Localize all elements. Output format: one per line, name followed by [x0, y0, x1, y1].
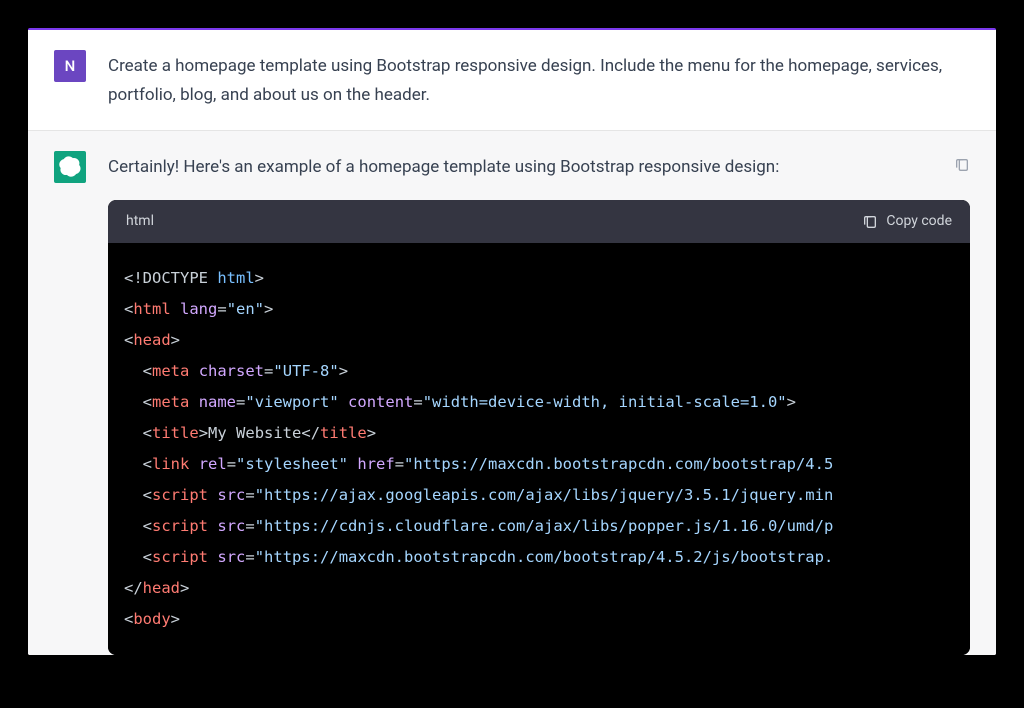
chat-window: N Create a homepage template using Boots… — [28, 28, 996, 655]
assistant-content: Certainly! Here's an example of a homepa… — [108, 151, 970, 656]
code-language-label: html — [126, 210, 154, 234]
code-line: <script src="https://ajax.googleapis.com… — [124, 480, 954, 511]
code-line: <script src="https://cdnjs.cloudflare.co… — [124, 511, 954, 542]
code-header: html Copy code — [108, 200, 970, 244]
assistant-avatar — [54, 151, 86, 183]
code-block: html Copy code <!DOCTYPE html><html lang… — [108, 200, 970, 656]
code-line: <html lang="en"> — [124, 294, 954, 325]
code-content[interactable]: <!DOCTYPE html><html lang="en"><head> <m… — [108, 243, 970, 655]
code-line: <script src="https://maxcdn.bootstrapcdn… — [124, 542, 954, 573]
assistant-message-text: Certainly! Here's an example of a homepa… — [108, 153, 942, 182]
copy-code-button[interactable]: Copy code — [862, 210, 952, 234]
code-line: </head> — [124, 573, 954, 604]
code-line: <!DOCTYPE html> — [124, 263, 954, 294]
user-avatar: N — [54, 50, 86, 82]
copy-icon — [862, 214, 878, 230]
copy-code-label: Copy code — [886, 210, 952, 234]
code-line: <meta charset="UTF-8"> — [124, 356, 954, 387]
user-message-text: Create a homepage template using Bootstr… — [108, 50, 970, 110]
code-line: <link rel="stylesheet" href="https://max… — [124, 449, 954, 480]
code-line: <meta name="viewport" content="width=dev… — [124, 387, 954, 418]
user-message: N Create a homepage template using Boots… — [28, 30, 996, 131]
code-line: <head> — [124, 325, 954, 356]
code-line: <title>My Website</title> — [124, 418, 954, 449]
openai-icon — [59, 156, 81, 178]
assistant-message: Certainly! Here's an example of a homepa… — [28, 131, 996, 656]
clipboard-icon[interactable] — [954, 157, 970, 173]
code-line: <body> — [124, 604, 954, 635]
